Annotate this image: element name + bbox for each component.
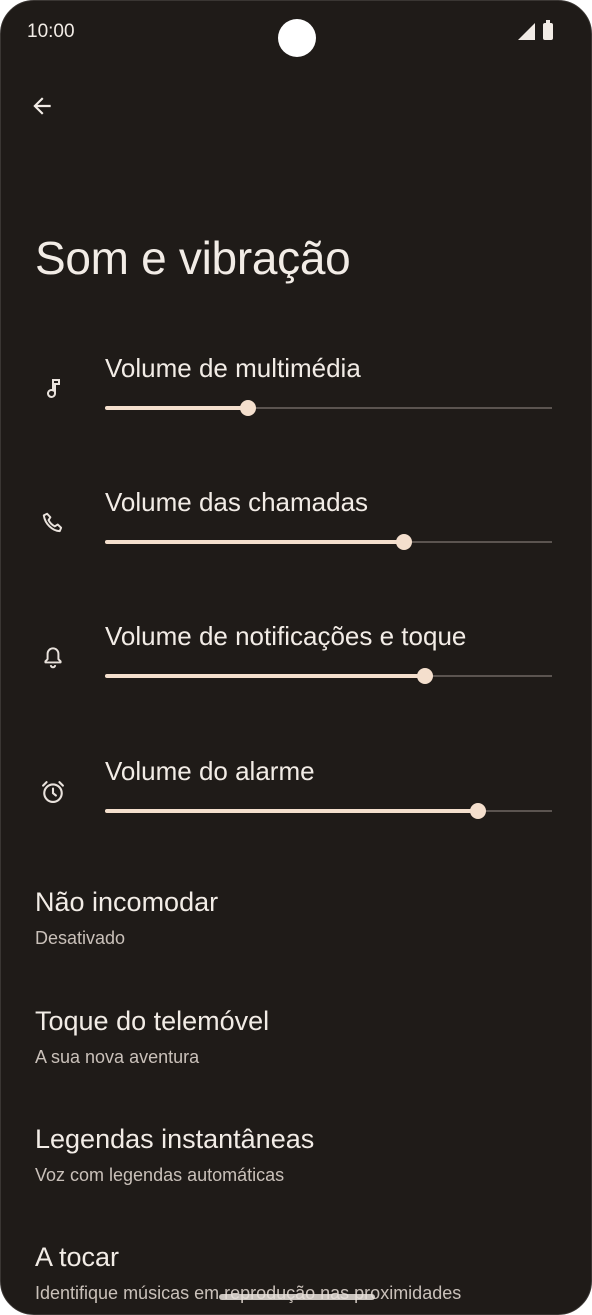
slider-thumb[interactable]: [416, 668, 433, 684]
media-volume-slider[interactable]: [105, 400, 552, 416]
back-button[interactable]: [25, 89, 59, 123]
phone-screen: 10:00 Som e vibração Volume de multimédi…: [0, 0, 592, 1315]
gesture-nav-bar[interactable]: [219, 1294, 375, 1300]
slider-fill: [105, 674, 425, 678]
alarm-volume-label: Volume do alarme: [105, 756, 315, 786]
music-note-icon: [37, 373, 69, 405]
call-volume-slider[interactable]: [105, 534, 552, 550]
item-subtitle: Desativado: [35, 928, 126, 948]
battery-icon: [543, 20, 553, 40]
arrow-back-icon: [33, 97, 51, 115]
slider-thumb[interactable]: [470, 803, 487, 819]
item-title: Legendas instantâneas: [35, 1124, 315, 1154]
slider-thumb[interactable]: [396, 534, 413, 550]
slider-thumb[interactable]: [240, 400, 257, 416]
status-icons: [518, 20, 553, 40]
status-time: 10:00: [27, 21, 75, 42]
alarm-clock-icon: [37, 776, 69, 808]
ringtone-item[interactable]: Toque do telemóvel A sua nova aventura: [35, 1006, 269, 1068]
item-subtitle: A sua nova aventura: [35, 1047, 200, 1067]
ring-volume-label: Volume de notificações e toque: [105, 621, 467, 651]
phone-icon: [37, 507, 69, 539]
slider-fill: [105, 540, 405, 544]
live-caption-item[interactable]: Legendas instantâneas Voz com legendas a…: [35, 1124, 314, 1186]
do-not-disturb-item[interactable]: Não incomodar Desativado: [35, 887, 218, 949]
media-volume-row: Volume de multimédia: [1, 353, 591, 473]
item-title: Toque do telemóvel: [35, 1006, 270, 1036]
front-camera: [278, 19, 316, 57]
alarm-volume-slider[interactable]: [105, 803, 552, 819]
page-title: Som e vibração: [35, 232, 351, 284]
bell-icon: [37, 641, 69, 673]
item-title: Não incomodar: [35, 887, 219, 917]
signal-icon: [518, 23, 535, 40]
alarm-volume-row: Volume do alarme: [1, 756, 591, 876]
slider-fill: [105, 809, 479, 813]
ring-volume-row: Volume de notificações e toque: [1, 621, 591, 741]
media-volume-label: Volume de multimédia: [105, 353, 361, 383]
call-volume-label: Volume das chamadas: [105, 487, 369, 517]
item-title: A tocar: [35, 1242, 120, 1272]
item-subtitle: Voz com legendas automáticas: [35, 1165, 285, 1185]
ring-volume-slider[interactable]: [105, 668, 552, 684]
slider-fill: [105, 406, 249, 410]
call-volume-row: Volume das chamadas: [1, 487, 591, 607]
